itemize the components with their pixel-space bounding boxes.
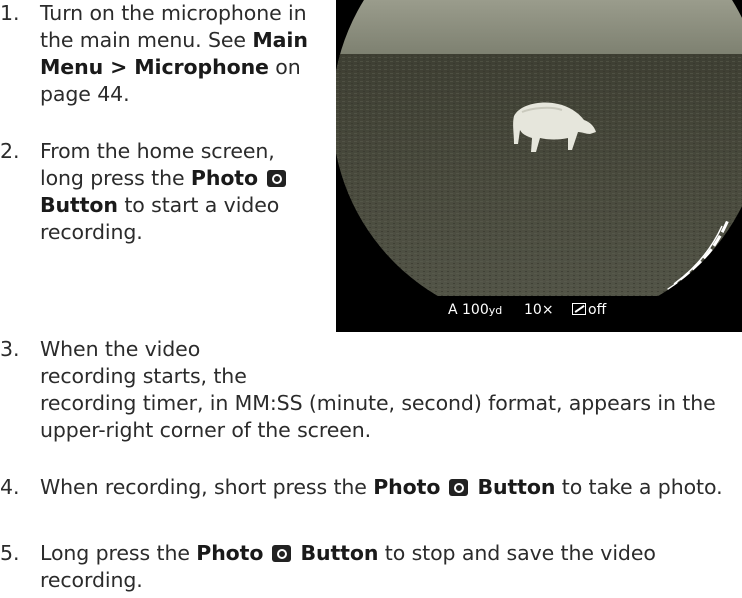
- step-text-line: recording starts, the: [40, 364, 247, 388]
- step-text-line: When the video: [40, 337, 201, 361]
- photo-button-reference: Photo Button: [373, 475, 555, 499]
- step-text-part: Long press the: [40, 541, 197, 565]
- step-text: Turn on the microphone in the main menu.…: [40, 0, 320, 108]
- step-text: Long press the Photo Button to stop and …: [40, 540, 742, 594]
- step-text: From the home screen, long press the Pho…: [40, 138, 310, 246]
- range-unit: yd: [488, 304, 503, 317]
- step-5: 5. Long press the Photo Button to stop a…: [0, 540, 742, 594]
- step-text-line: recording timer, in MM:SS (minute, secon…: [40, 391, 716, 442]
- pip-readout: off: [572, 302, 606, 318]
- step-number: 4.: [0, 475, 20, 499]
- camera-icon: [272, 545, 292, 562]
- step-number: 5.: [0, 541, 20, 565]
- step-3: 3. When the video recording starts, the re…: [0, 336, 742, 444]
- pip-state: off: [588, 302, 607, 318]
- step-1: 1. Turn on the microphone in the main me…: [0, 0, 320, 108]
- step-text: When recording, short press the Photo Bu…: [40, 474, 742, 501]
- button-label: Button: [300, 541, 379, 565]
- step-2: 2. From the home screen, long press the …: [0, 138, 310, 246]
- photo-label: Photo: [373, 475, 441, 499]
- range-value: A 100: [448, 302, 489, 318]
- scope-view: [336, 0, 742, 332]
- button-label: Button: [477, 475, 556, 499]
- step-4: 4. When recording, short press the Photo…: [0, 474, 742, 501]
- step-text: When the video recording starts, the recor…: [40, 336, 742, 444]
- step-text-part: When recording, short press the: [40, 475, 374, 499]
- camera-icon: [267, 170, 287, 187]
- photo-button-reference: Photo Button: [196, 541, 378, 565]
- sky-region: [336, 0, 742, 56]
- photo-label: Photo: [196, 541, 264, 565]
- photo-label: Photo: [190, 166, 258, 190]
- step-number: 2.: [0, 139, 20, 163]
- thermal-scope-screenshot: A 100yd 10× off: [336, 0, 742, 332]
- picture-in-picture-icon: [572, 303, 586, 315]
- step-text-part: to take a photo.: [555, 475, 723, 499]
- zoom-readout: 10×: [524, 302, 554, 318]
- range-readout: A 100yd: [448, 302, 502, 318]
- step-number: 3.: [0, 337, 20, 361]
- camera-icon: [449, 479, 469, 496]
- step-number: 1.: [0, 1, 20, 25]
- button-label: Button: [40, 193, 118, 217]
